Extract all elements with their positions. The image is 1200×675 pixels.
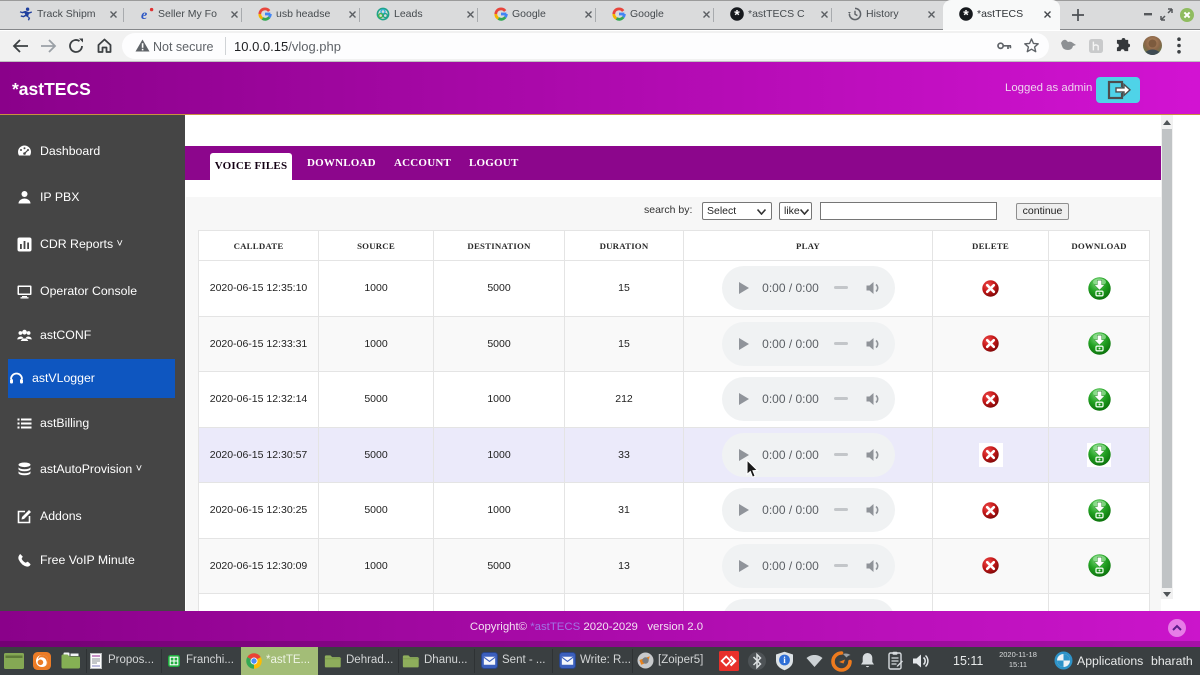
svg-text:e: e — [141, 8, 147, 21]
